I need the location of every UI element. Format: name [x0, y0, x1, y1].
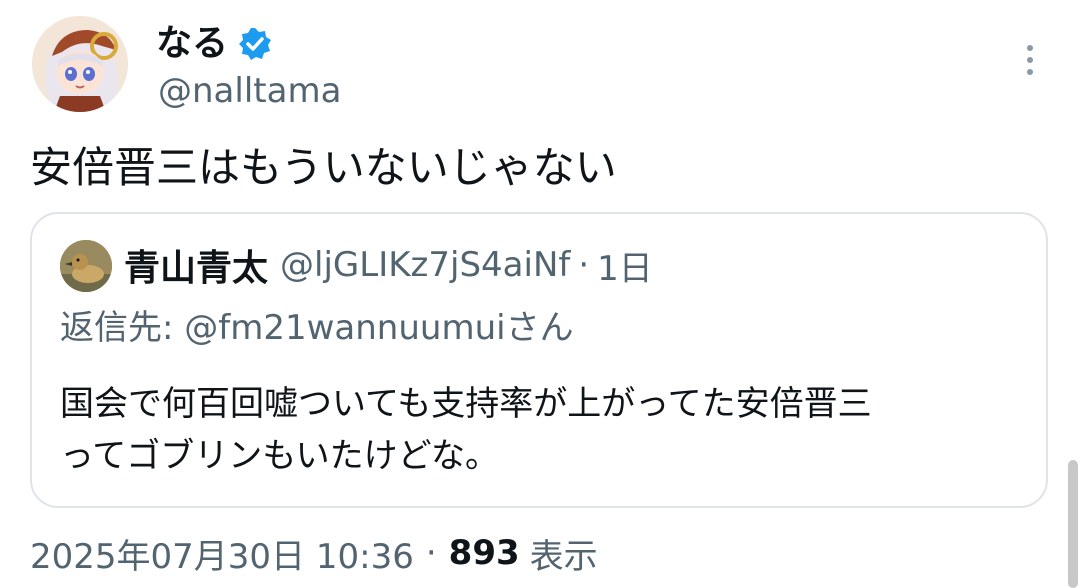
author-name-row[interactable]: なる	[156, 22, 272, 66]
quote-body: 国会で何百回嘘ついても支持率が上がってた安倍晋三 ってゴブリンもいたけどな。	[60, 378, 1020, 482]
tweet-meta: 2025年07月30日 10:36 · 893 表示	[30, 528, 598, 578]
meta-separator: ·	[425, 533, 437, 573]
quote-author-avatar[interactable]	[60, 240, 112, 292]
more-vertical-icon-dot	[1027, 69, 1033, 75]
quote-reply-to: 返信先: @fm21wannuumuiさん	[60, 308, 574, 348]
quote-body-line-1: 国会で何百回嘘ついても支持率が上がってた安倍晋三	[60, 384, 872, 424]
scrollbar-thumb[interactable]	[1068, 460, 1078, 588]
quote-author-handle[interactable]: @ljGLIKz7jS4aiNf	[280, 245, 570, 285]
duck-photo-avatar-icon	[60, 240, 112, 292]
quote-time[interactable]: 1日	[597, 241, 653, 290]
tweet-timestamp[interactable]: 2025年07月30日 10:36	[30, 529, 414, 578]
quote-body-line-2: ってゴブリンもいたけどな。	[60, 436, 499, 476]
anime-character-avatar-icon	[32, 16, 128, 112]
verified-badge-icon	[238, 27, 272, 61]
quote-author-name[interactable]: 青山青太	[124, 239, 268, 291]
tweet-text: 安倍晋三はもういないじゃない	[30, 143, 617, 192]
more-vertical-icon	[1027, 45, 1033, 51]
more-options-button[interactable]	[1014, 40, 1046, 80]
quote-header: 青山青太 @ljGLIKz7jS4aiNf · 1日	[124, 238, 653, 292]
author-display-name[interactable]: なる	[156, 22, 228, 66]
author-handle[interactable]: @nalltama	[158, 70, 341, 112]
more-vertical-icon-dot	[1027, 57, 1033, 63]
quoted-tweet-card[interactable]: 青山青太 @ljGLIKz7jS4aiNf · 1日 返信先: @fm21wan…	[30, 212, 1048, 508]
views-count: 893	[448, 533, 520, 573]
author-avatar[interactable]	[32, 16, 128, 112]
quote-separator: ·	[578, 245, 590, 285]
views-label: 表示	[529, 536, 598, 577]
